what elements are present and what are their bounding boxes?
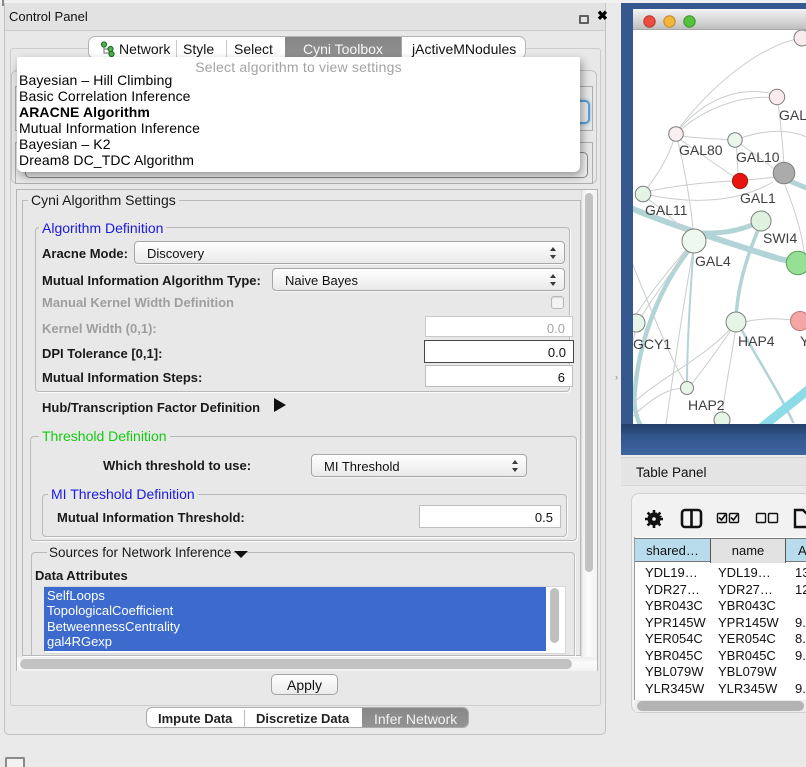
svg-text:GAL11: GAL11 — [645, 202, 688, 218]
svg-text:HAP4: HAP4 — [738, 333, 775, 349]
svg-text:SWI4: SWI4 — [763, 230, 797, 246]
svg-text:HAP2: HAP2 — [688, 397, 725, 413]
svg-text:GAL80: GAL80 — [679, 142, 723, 158]
svg-text:GAL4: GAL4 — [695, 253, 731, 269]
svg-text:GAL10: GAL10 — [736, 149, 780, 165]
svg-text:GAL1: GAL1 — [740, 190, 776, 206]
svg-text:GAL: GAL — [779, 107, 806, 123]
svg-text:Y: Y — [800, 333, 806, 349]
svg-text:GCY1: GCY1 — [633, 336, 671, 352]
